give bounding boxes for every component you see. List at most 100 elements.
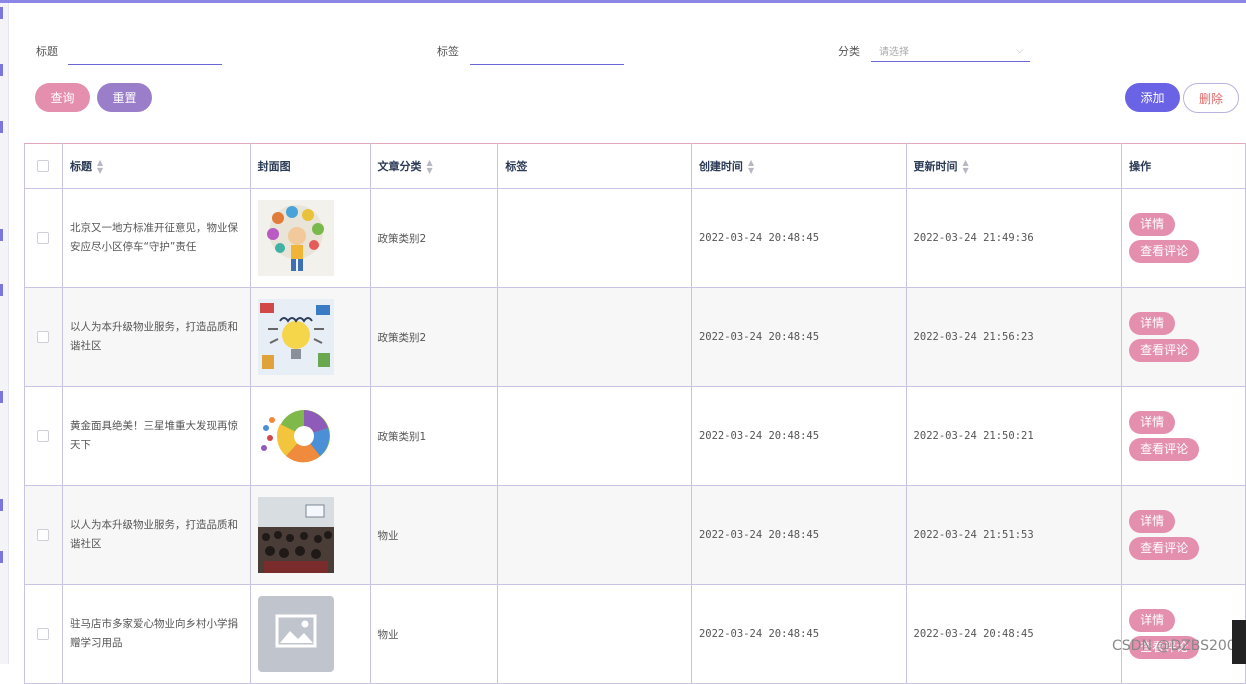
table-row: 以人为本升级物业服务，打造品质和谐社区 物业 2022-03-24 20:48:… bbox=[24, 485, 1246, 585]
row-checkbox[interactable] bbox=[37, 232, 50, 244]
detail-button[interactable]: 详情 bbox=[1129, 411, 1176, 434]
table-row: 驻马店市多家爱心物业向乡村小学捐赠学习用品 物业 2022-03-24 20:4… bbox=[24, 584, 1246, 684]
view-comments-button[interactable]: 查看评论 bbox=[1129, 240, 1200, 263]
row-select-cell[interactable] bbox=[24, 386, 63, 486]
row-tags bbox=[497, 188, 692, 288]
row-updated: 2022-03-24 21:49:36 bbox=[905, 188, 1123, 288]
row-actions: 详情 查看评论 bbox=[1121, 485, 1246, 585]
row-checkbox[interactable] bbox=[37, 529, 50, 541]
csdn-watermark: CSDN @DZBS2000 bbox=[1112, 638, 1245, 654]
row-select-cell[interactable] bbox=[24, 485, 63, 585]
row-title: 北京又一地方标准开征意见，物业保安应尽小区停车“守护”责任 bbox=[61, 188, 251, 288]
row-cover bbox=[249, 584, 371, 684]
header-title-label: 标题 bbox=[69, 159, 92, 173]
learn-bulb-image bbox=[257, 299, 334, 375]
row-cover bbox=[249, 287, 371, 387]
row-cover bbox=[249, 485, 371, 585]
sort-icon[interactable]: ▲ ▼ bbox=[963, 158, 969, 175]
meeting-photo-image bbox=[257, 497, 334, 573]
header-created-label: 创建时间 bbox=[698, 159, 743, 173]
detail-button[interactable]: 详情 bbox=[1129, 213, 1176, 236]
category-select[interactable]: 请选择 ⌵ bbox=[871, 39, 1030, 62]
row-checkbox[interactable] bbox=[37, 430, 50, 442]
reset-button[interactable]: 重置 bbox=[97, 83, 152, 112]
detail-button[interactable]: 详情 bbox=[1129, 609, 1176, 632]
header-title[interactable]: 标题 ▲ ▼ bbox=[61, 143, 251, 189]
header-updated[interactable]: 更新时间 ▲ ▼ bbox=[905, 143, 1123, 189]
row-category: 政策类别2 bbox=[369, 188, 499, 288]
row-actions: 详情 查看评论 bbox=[1121, 584, 1246, 684]
header-tags-label: 标签 bbox=[505, 160, 528, 173]
table-row: 北京又一地方标准开征意见，物业保安应尽小区停车“守护”责任 政策类别2 2022… bbox=[24, 188, 1246, 288]
row-updated: 2022-03-24 21:50:21 bbox=[905, 386, 1123, 486]
header-actions-label: 操作 bbox=[1129, 160, 1152, 173]
title-field-label: 标题 bbox=[36, 45, 58, 58]
row-title: 黄金面具绝美！三星堆重大发现再惊天下 bbox=[61, 386, 251, 486]
row-checkbox[interactable] bbox=[37, 331, 50, 343]
row-created: 2022-03-24 20:48:45 bbox=[690, 485, 907, 585]
tag-field-label: 标签 bbox=[437, 45, 459, 58]
add-button[interactable]: 添加 bbox=[1125, 83, 1180, 112]
row-created: 2022-03-24 20:48:45 bbox=[690, 386, 907, 486]
row-created: 2022-03-24 20:48:45 bbox=[690, 584, 907, 684]
row-title: 驻马店市多家爱心物业向乡村小学捐赠学习用品 bbox=[61, 584, 251, 684]
row-select-cell[interactable] bbox=[24, 287, 63, 387]
circle-diagram-image bbox=[257, 398, 334, 474]
chevron-down-icon: ⌵ bbox=[1016, 44, 1024, 56]
row-checkbox[interactable] bbox=[37, 628, 50, 640]
row-created: 2022-03-24 20:48:45 bbox=[690, 287, 907, 387]
detail-button[interactable]: 详情 bbox=[1129, 312, 1176, 335]
row-actions: 详情 查看评论 bbox=[1121, 188, 1246, 288]
category-select-placeholder: 请选择 bbox=[879, 46, 909, 58]
row-category: 物业 bbox=[369, 584, 499, 684]
header-category[interactable]: 文章分类 ▲ ▼ bbox=[369, 143, 499, 189]
header-cover: 封面图 bbox=[249, 143, 371, 189]
row-actions: 详情 查看评论 bbox=[1121, 386, 1246, 486]
row-tags bbox=[497, 584, 692, 684]
select-all-cell[interactable] bbox=[24, 143, 63, 189]
sort-icon[interactable]: ▲ ▼ bbox=[427, 158, 433, 175]
header-category-label: 文章分类 bbox=[377, 159, 422, 173]
cartoon-boy-image bbox=[257, 200, 334, 276]
table-row: 黄金面具绝美！三星堆重大发现再惊天下 政策类别1 2022-03-24 20:4… bbox=[24, 386, 1246, 486]
header-created[interactable]: 创建时间 ▲ ▼ bbox=[690, 143, 907, 189]
row-updated: 2022-03-24 21:51:53 bbox=[905, 485, 1123, 585]
view-comments-button[interactable]: 查看评论 bbox=[1129, 438, 1200, 461]
row-tags bbox=[497, 287, 692, 387]
article-table: 标题 ▲ ▼ 封面图 文章分类 ▲ ▼ 标签 创建时间 ▲ ▼ 更新时间 ▲ ▼ 操作 北京又一… bbox=[24, 143, 1246, 684]
sort-icon[interactable]: ▲ ▼ bbox=[97, 158, 103, 175]
view-comments-button[interactable]: 查看评论 bbox=[1129, 339, 1200, 362]
row-tags bbox=[497, 485, 692, 585]
top-accent-line bbox=[0, 0, 1246, 3]
row-category: 政策类别1 bbox=[369, 386, 499, 486]
row-created: 2022-03-24 20:48:45 bbox=[690, 188, 907, 288]
table-header-row: 标题 ▲ ▼ 封面图 文章分类 ▲ ▼ 标签 创建时间 ▲ ▼ 更新时间 ▲ ▼ 操作 bbox=[24, 143, 1246, 189]
row-updated: 2022-03-24 20:48:45 bbox=[905, 584, 1123, 684]
row-actions: 详情 查看评论 bbox=[1121, 287, 1246, 387]
header-updated-label: 更新时间 bbox=[913, 159, 958, 173]
row-category: 政策类别2 bbox=[369, 287, 499, 387]
header-actions: 操作 bbox=[1121, 143, 1246, 189]
sort-icon[interactable]: ▲ ▼ bbox=[748, 158, 754, 175]
view-comments-button[interactable]: 查看评论 bbox=[1129, 537, 1200, 560]
delete-button[interactable]: 删除 bbox=[1183, 83, 1239, 113]
title-search-input[interactable] bbox=[68, 42, 222, 65]
placeholder-image bbox=[257, 596, 334, 672]
table-row: 以人为本升级物业服务，打造品质和谐社区 政策类别2 2022-03-24 20:… bbox=[24, 287, 1246, 387]
row-cover bbox=[249, 386, 371, 486]
row-select-cell[interactable] bbox=[24, 584, 63, 684]
corner-overlay bbox=[1232, 620, 1246, 664]
query-button[interactable]: 查询 bbox=[35, 83, 90, 112]
row-title: 以人为本升级物业服务，打造品质和谐社区 bbox=[61, 287, 251, 387]
select-all-checkbox[interactable] bbox=[37, 160, 50, 172]
tag-search-input[interactable] bbox=[470, 42, 624, 65]
detail-button[interactable]: 详情 bbox=[1129, 510, 1176, 533]
row-category: 物业 bbox=[369, 485, 499, 585]
row-updated: 2022-03-24 21:56:23 bbox=[905, 287, 1123, 387]
left-sidebar-edge bbox=[0, 3, 9, 664]
header-cover-label: 封面图 bbox=[257, 160, 291, 173]
category-field-label: 分类 bbox=[838, 45, 860, 58]
row-select-cell[interactable] bbox=[24, 188, 63, 288]
header-tags: 标签 bbox=[497, 143, 692, 189]
row-cover bbox=[249, 188, 371, 288]
